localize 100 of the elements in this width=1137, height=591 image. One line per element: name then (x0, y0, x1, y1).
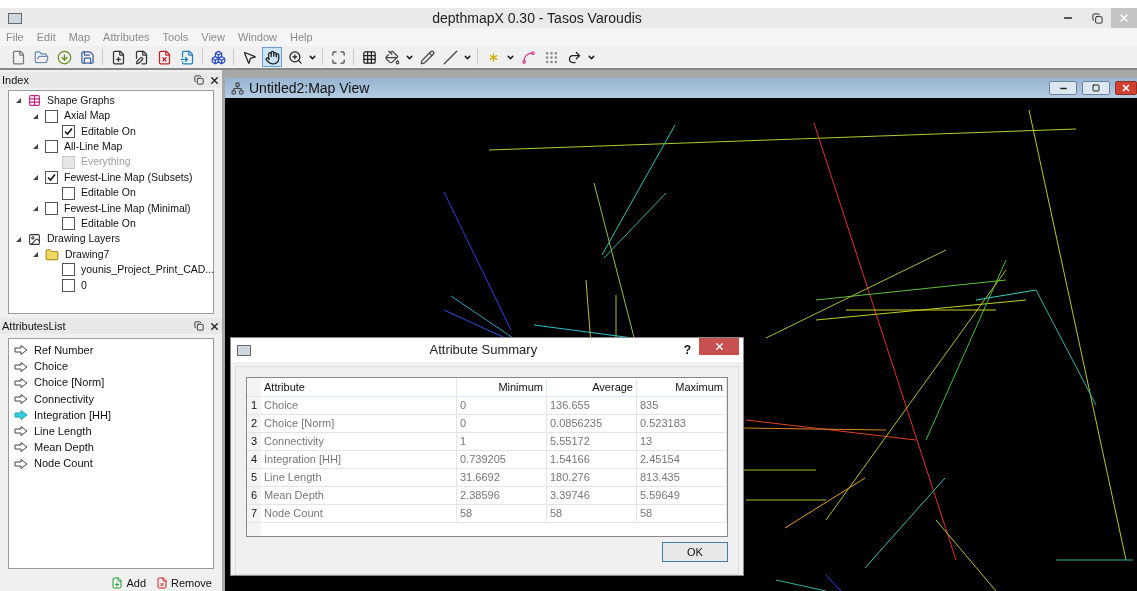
folder-icon (45, 247, 59, 262)
panel-title: Index (2, 72, 30, 88)
close-icon[interactable] (209, 74, 220, 86)
row-number: 3 (247, 433, 261, 450)
toolbar-button[interactable] (262, 47, 282, 67)
ok-button[interactable]: OK (662, 542, 728, 562)
help-button[interactable]: ? (675, 341, 699, 359)
checkbox[interactable] (45, 109, 58, 123)
checkmark-icon (64, 126, 73, 136)
new-file-icon (10, 49, 26, 65)
table-cell: 136.655 (547, 397, 637, 414)
checkbox[interactable] (45, 171, 58, 185)
table-cell: Node Count (261, 505, 457, 522)
tree-item-label[interactable]: All-Line Map (64, 139, 123, 155)
row-number: 4 (247, 451, 261, 468)
table-cell: Choice [Norm] (261, 415, 457, 432)
attribute-name: Node Count (34, 456, 93, 472)
list-item[interactable]: Ref Number (9, 342, 213, 359)
maximize-button[interactable] (1082, 81, 1110, 95)
add-button[interactable]: Add (111, 574, 147, 591)
tree-item-label[interactable]: Drawing Layers (47, 231, 120, 248)
table-cell: 58 (547, 505, 637, 522)
tree-item-label[interactable]: Shape Graphs (47, 92, 115, 109)
column-header[interactable]: Minimum (457, 378, 547, 396)
column-header[interactable]: Average (547, 378, 637, 396)
close-button[interactable] (1115, 81, 1137, 95)
panel-title: AttributesList (2, 319, 67, 334)
expanded-arrow-icon[interactable] (15, 97, 22, 105)
checkbox[interactable] (62, 278, 75, 292)
table-cell: 0.739205 (457, 451, 547, 468)
checkbox[interactable] (62, 217, 75, 231)
list-item[interactable]: Line Length (9, 423, 213, 440)
minimize-button[interactable] (1049, 81, 1077, 95)
line-icon (442, 49, 458, 65)
folder-icon (33, 49, 49, 65)
row-number: 6 (247, 487, 261, 504)
window-title: depthmapX 0.30 - Tasos Varoudis (431, 8, 643, 28)
tree-item-label[interactable]: Editable On (81, 123, 136, 140)
attribute-name: Line Length (34, 424, 92, 440)
close-icon (1118, 12, 1130, 24)
tree-item-label[interactable]: Editable On (81, 215, 136, 232)
tree-item-label[interactable]: Editable On (81, 185, 136, 201)
checkbox[interactable] (45, 201, 58, 215)
tree-item-label[interactable]: Fewest-Line Map (Subsets) (64, 169, 193, 186)
step-arrow-icon (566, 49, 582, 65)
checkbox[interactable] (45, 140, 58, 154)
close-icon (1121, 83, 1131, 93)
table-cell: 180.276 (547, 469, 637, 486)
tree-item-label[interactable]: Fewest-Line Map (Minimal) (64, 200, 191, 217)
dots-grid-icon (543, 49, 559, 65)
row-number: 5 (247, 469, 261, 486)
app-icon (237, 344, 251, 356)
attribute-name: Choice (34, 359, 69, 375)
tree-item-label[interactable]: 0 (81, 277, 87, 294)
map-view-title: Untitled2:Map View (249, 78, 371, 98)
checkbox[interactable] (62, 263, 75, 277)
column-header[interactable]: Maximum (637, 378, 727, 396)
table-cell: 2.38596 (457, 487, 547, 504)
row-number: 2 (247, 415, 261, 432)
list-item[interactable]: Integration [HH] (9, 407, 213, 424)
expanded-arrow-icon[interactable] (32, 112, 39, 120)
list-item[interactable]: Choice (9, 358, 213, 375)
table-cell: Line Length (261, 469, 457, 486)
expanded-arrow-icon[interactable] (32, 251, 39, 259)
table-cell: 5.59649 (637, 487, 727, 504)
checkbox[interactable] (62, 186, 75, 200)
close-icon[interactable] (209, 320, 220, 332)
expanded-arrow-icon[interactable] (15, 235, 22, 243)
pointer-icon (241, 49, 257, 65)
list-item[interactable]: Node Count (9, 455, 213, 472)
table-cell: 0 (457, 397, 547, 414)
table-cell: 1 (457, 433, 547, 450)
checkbox[interactable] (62, 124, 75, 138)
float-icon[interactable] (194, 321, 204, 332)
document-plus-icon (110, 49, 126, 65)
table-cell: 3.39746 (547, 487, 637, 504)
expanded-arrow-icon[interactable] (32, 143, 39, 151)
tree-item-label[interactable]: Drawing7 (65, 246, 110, 263)
table-cell: 813.435 (637, 469, 727, 486)
list-item[interactable]: Mean Depth (9, 439, 213, 456)
table-cell: Choice (261, 397, 457, 414)
table-cell: Connectivity (261, 433, 457, 450)
list-item[interactable]: Choice [Norm] (9, 374, 213, 391)
graph-icon (231, 81, 244, 95)
tree-item-label[interactable]: younis_Project_Print_CAD... (81, 262, 215, 278)
expanded-arrow-icon[interactable] (32, 174, 39, 182)
document-plus-icon (111, 576, 124, 589)
column-header[interactable]: Attribute (261, 378, 457, 396)
restore-icon[interactable] (1092, 12, 1103, 24)
table-cell: 58 (637, 505, 727, 522)
list-item[interactable]: Connectivity (9, 390, 213, 407)
app-icon (8, 12, 22, 24)
expanded-arrow-icon[interactable] (32, 204, 39, 212)
table-cell: 13 (637, 433, 727, 450)
remove-button[interactable]: Remove (156, 574, 212, 591)
table-cell: 0.0856235 (547, 415, 637, 432)
tree-item-label[interactable]: Axial Map (64, 108, 111, 124)
table-cell: 58 (457, 505, 547, 522)
float-icon[interactable] (194, 75, 204, 85)
table-cell: 1.54166 (547, 451, 637, 468)
